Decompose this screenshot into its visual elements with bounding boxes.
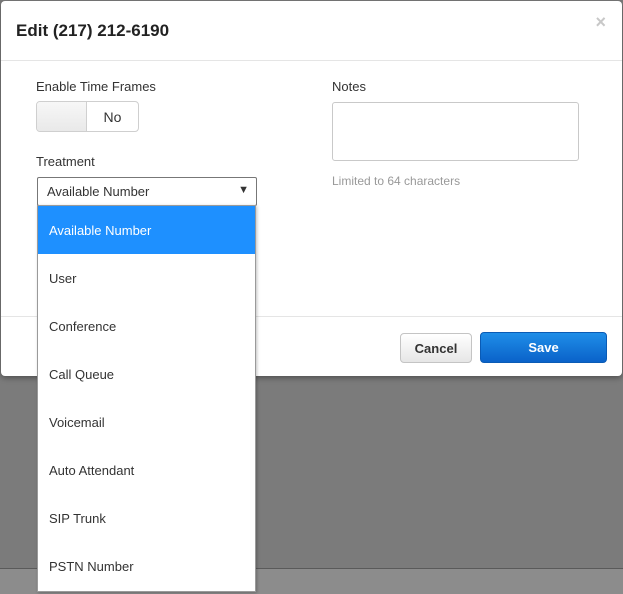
modal-header: Edit (217) 212-6190 × bbox=[1, 1, 622, 61]
save-button[interactable]: Save bbox=[480, 332, 607, 363]
dropdown-option-user[interactable]: User bbox=[38, 254, 255, 302]
treatment-label: Treatment bbox=[36, 154, 95, 169]
cancel-button[interactable]: Cancel bbox=[400, 333, 472, 363]
dropdown-option-call-queue[interactable]: Call Queue bbox=[38, 350, 255, 398]
dropdown-option-sip-trunk[interactable]: SIP Trunk bbox=[38, 494, 255, 542]
dropdown-option-available-number[interactable]: Available Number bbox=[38, 206, 255, 254]
treatment-dropdown-list: Available Number User Conference Call Qu… bbox=[37, 205, 256, 592]
notes-hint: Limited to 64 characters bbox=[332, 174, 461, 188]
treatment-select[interactable]: Available Number ▼ bbox=[37, 177, 257, 206]
notes-input[interactable] bbox=[332, 102, 579, 161]
chevron-down-icon: ▼ bbox=[238, 184, 249, 196]
dropdown-option-auto-attendant[interactable]: Auto Attendant bbox=[38, 446, 255, 494]
notes-label: Notes bbox=[332, 79, 366, 94]
toggle-value: No bbox=[103, 108, 122, 125]
toggle-knob bbox=[37, 102, 87, 131]
time-frames-toggle[interactable]: No bbox=[36, 101, 139, 132]
close-icon[interactable]: × bbox=[595, 13, 606, 31]
treatment-selected-value: Available Number bbox=[47, 184, 150, 199]
dropdown-option-conference[interactable]: Conference bbox=[38, 302, 255, 350]
dropdown-option-voicemail[interactable]: Voicemail bbox=[38, 398, 255, 446]
time-frames-label: Enable Time Frames bbox=[36, 79, 156, 94]
dropdown-option-pstn-number[interactable]: PSTN Number bbox=[38, 542, 255, 590]
modal-title: Edit (217) 212-6190 bbox=[16, 21, 170, 40]
